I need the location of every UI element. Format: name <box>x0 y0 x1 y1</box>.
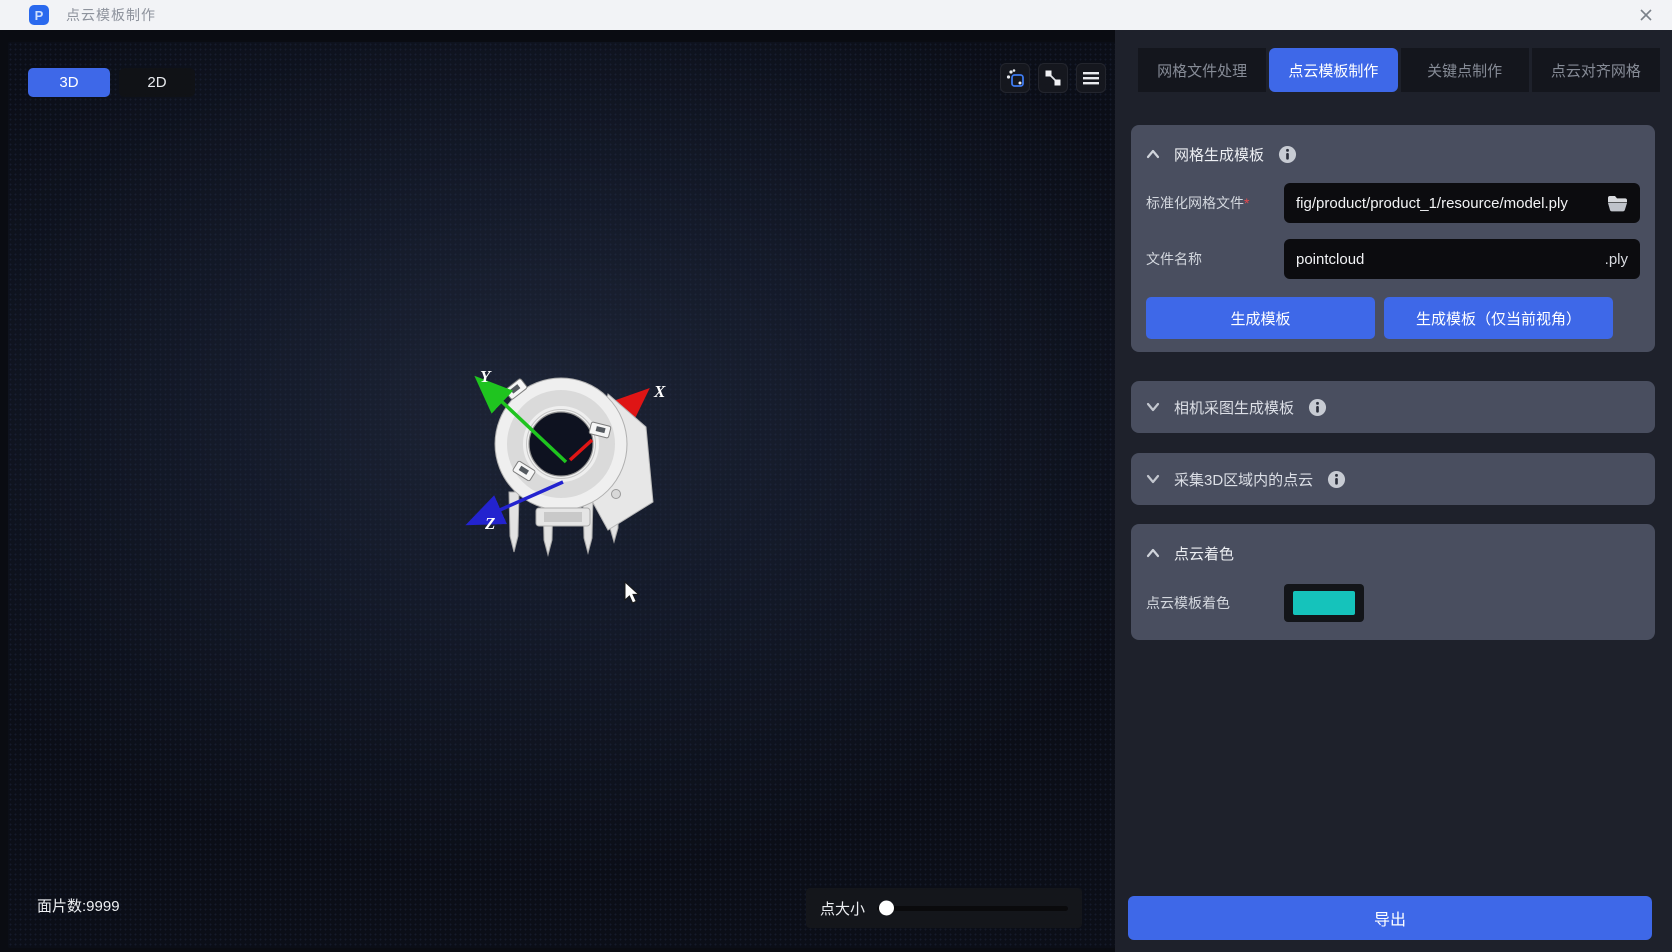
point-size-label: 点大小 <box>820 898 865 919</box>
generate-template-button[interactable]: 生成模板 <box>1146 297 1375 339</box>
section-title: 点云着色 <box>1174 543 1234 564</box>
file-extension-suffix: .ply <box>1605 251 1628 268</box>
polyline-icon <box>1042 67 1064 89</box>
scene-render: Y X Z <box>8 42 1115 948</box>
folder-icon <box>1607 195 1628 212</box>
tab-pointcloud-template[interactable]: 点云模板制作 <box>1269 48 1397 92</box>
right-panel: 网格文件处理 点云模板制作 关键点制作 点云对齐网格 网格生成模板 <box>1115 30 1672 952</box>
point-size-panel: 点大小 <box>806 888 1082 928</box>
menu-icon <box>1080 67 1102 89</box>
mode-3d-button[interactable]: 3D <box>28 68 110 97</box>
title-bar: P 点云模板制作 <box>0 0 1672 30</box>
viewport-toolbar <box>1000 63 1106 93</box>
normalized-mesh-file-label: 标准化网格文件* <box>1146 193 1284 213</box>
tab-keypoint-creation[interactable]: 关键点制作 <box>1401 48 1529 92</box>
tab-mesh-file-processing[interactable]: 网格文件处理 <box>1138 48 1266 92</box>
point-cloud-select-button[interactable] <box>1000 63 1030 93</box>
generate-template-current-view-button[interactable]: 生成模板（仅当前视角） <box>1384 297 1613 339</box>
window-title: 点云模板制作 <box>66 5 156 25</box>
mouse-cursor <box>625 582 639 603</box>
polyline-measure-button[interactable] <box>1038 63 1068 93</box>
chevron-up-icon <box>1146 548 1160 558</box>
browse-file-button[interactable] <box>1607 195 1628 212</box>
chevron-down-icon <box>1146 474 1160 484</box>
point-cloud-select-icon <box>1004 67 1026 89</box>
point-size-slider-thumb[interactable] <box>879 901 894 916</box>
file-name-value: pointcloud <box>1296 251 1605 268</box>
required-mark: * <box>1244 195 1249 211</box>
file-name-label: 文件名称 <box>1146 249 1284 269</box>
app-logo-icon: P <box>29 5 49 25</box>
close-button[interactable] <box>1632 2 1660 28</box>
mode-2d-button[interactable]: 2D <box>119 68 195 97</box>
y-axis-label: Y <box>480 367 492 386</box>
viewport-3d-canvas[interactable]: 3D 2D <box>8 42 1115 948</box>
template-color-picker[interactable] <box>1284 584 1364 622</box>
z-axis-label: Z <box>484 514 495 533</box>
info-icon[interactable] <box>1327 470 1346 489</box>
menu-button[interactable] <box>1076 63 1106 93</box>
section-title: 网格生成模板 <box>1174 144 1264 165</box>
file-name-input[interactable]: pointcloud .ply <box>1284 239 1640 279</box>
info-icon[interactable] <box>1278 145 1297 164</box>
app-body: 3D 2D <box>0 30 1672 952</box>
coloring-header[interactable]: 点云着色 <box>1146 536 1640 570</box>
workflow-tab-bar: 网格文件处理 点云模板制作 关键点制作 点云对齐网格 <box>1138 48 1660 92</box>
normalized-mesh-file-input[interactable]: fig/product/product_1/resource/model.ply <box>1284 183 1640 223</box>
template-color-swatch <box>1293 591 1355 615</box>
app-window: P 点云模板制作 3D 2D <box>0 0 1672 952</box>
mesh-file-path-value: fig/product/product_1/resource/model.ply <box>1296 195 1599 212</box>
info-icon[interactable] <box>1308 398 1327 417</box>
section-title: 相机采图生成模板 <box>1174 397 1294 418</box>
point-size-slider[interactable] <box>877 906 1068 911</box>
close-icon <box>1639 8 1653 22</box>
export-button[interactable]: 导出 <box>1128 896 1652 940</box>
collect-region-section-header[interactable]: 采集3D区域内的点云 <box>1131 453 1655 505</box>
section-title: 采集3D区域内的点云 <box>1174 469 1313 490</box>
facet-count-label: 面片数:9999 <box>37 895 120 916</box>
mesh-generate-header[interactable]: 网格生成模板 <box>1146 137 1640 171</box>
chevron-down-icon <box>1146 402 1160 412</box>
x-axis-label: X <box>653 382 666 401</box>
panel-content: 网格生成模板 标准化网格文件* fig/product/product_1/r <box>1131 92 1655 952</box>
chevron-up-icon <box>1146 149 1160 159</box>
camera-capture-section-header[interactable]: 相机采图生成模板 <box>1131 381 1655 433</box>
tab-pointcloud-align-mesh[interactable]: 点云对齐网格 <box>1532 48 1660 92</box>
mesh-generate-section: 网格生成模板 标准化网格文件* fig/product/product_1/r <box>1131 125 1655 352</box>
template-color-label: 点云模板着色 <box>1146 593 1284 613</box>
view-mode-toggle: 3D 2D <box>28 68 195 97</box>
coloring-section: 点云着色 点云模板着色 <box>1131 524 1655 640</box>
